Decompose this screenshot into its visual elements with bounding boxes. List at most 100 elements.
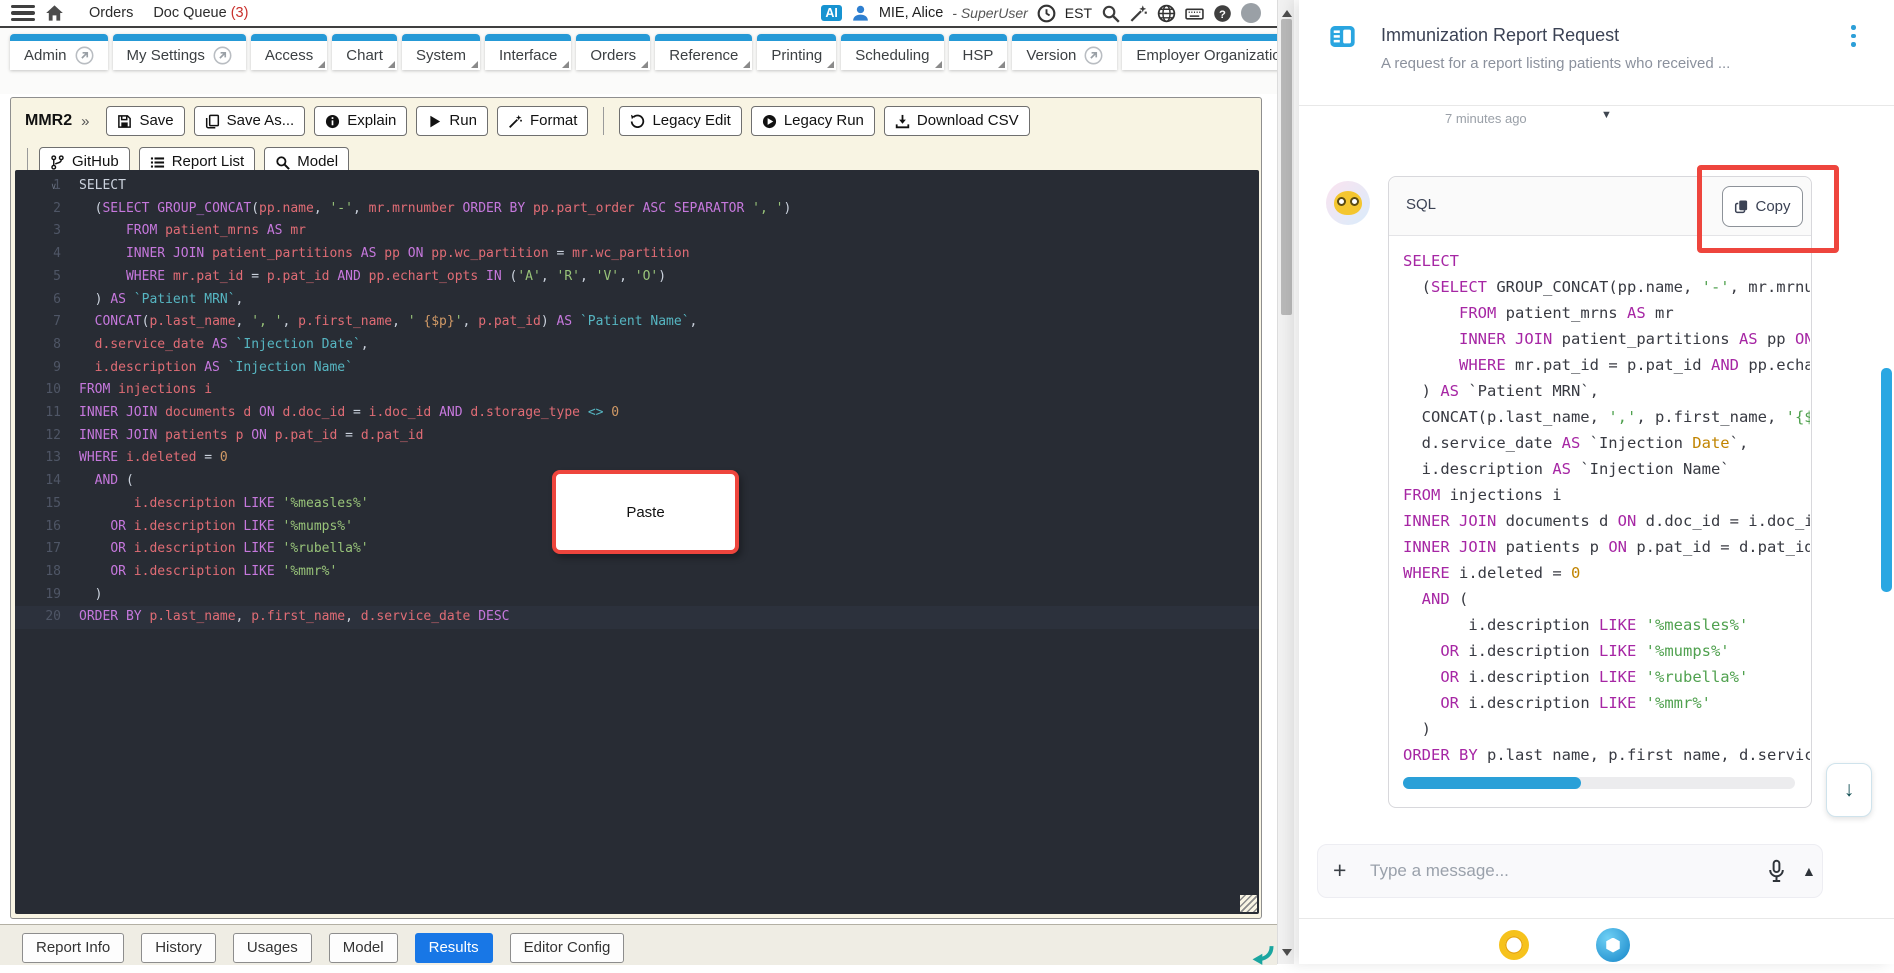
horizontal-scrollbar-thumb[interactable] [1403,777,1581,789]
copy-icon [1735,200,1748,214]
nav-tab-hsp[interactable]: HSP [948,34,1008,70]
editor-line-6[interactable]: 6 ) AS `Patient MRN`, [15,289,1259,312]
save-as-icon [205,114,220,129]
wand-icon[interactable] [1129,4,1148,23]
admin-nav-tabs: Admin My Settings Access Chart System Interfa… [0,28,1285,94]
user-name[interactable]: MIE, Alice [879,5,943,21]
nav-tab-my-settings[interactable]: My Settings [112,34,247,70]
git-branch-icon [50,154,65,170]
toolbar-row-1: MMR2 » Save Save As... Explain Run Format Leg… [11,98,1261,139]
explain-button[interactable]: Explain [314,106,408,136]
home-icon[interactable] [45,4,64,23]
nav-tab-access[interactable]: Access [250,34,328,70]
format-button[interactable]: Format [496,106,589,136]
editor-line-20[interactable]: 20 ORDER BY p.last_name, p.first_name, d.… [15,606,1259,630]
right-panel-scrollbar-thumb[interactable] [1881,368,1892,592]
timestamp-caret-icon[interactable]: ▼ [1601,109,1612,121]
nav-tab-scheduling[interactable]: Scheduling [841,34,944,70]
paste-button[interactable]: Paste [552,470,739,554]
editor-line-19[interactable]: 19 ) [15,584,1259,607]
header-divider [1299,105,1894,106]
collapse-caret-icon[interactable]: ▲ [1802,863,1816,879]
chat-input[interactable]: + Type a message... ▲ [1317,844,1823,898]
line-number: 7 [53,314,61,330]
nav-tab-printing[interactable]: Printing [757,34,837,70]
editor-line-13[interactable]: 13 WHERE i.deleted = 0 [15,447,1259,470]
chat-code-line-7: CONCAT(p.last_name, ',', p.first_name, '… [1403,408,1810,426]
download-csv-button[interactable]: Download CSV [883,106,1030,136]
bottom-tab-results[interactable]: Results [414,933,493,963]
left-pane-scrollbar[interactable] [1277,0,1294,964]
nav-tab-chart[interactable]: Chart [332,34,397,70]
nav-tab-system[interactable]: System [401,34,480,70]
scrollbar-up-arrow[interactable] [1282,5,1292,17]
run-button[interactable]: Run [416,106,488,136]
nav-tab-admin[interactable]: Admin [10,34,108,70]
editor-line-7[interactable]: 7 CONCAT(p.last_name, ', ', p.first_name… [15,311,1259,334]
attach-plus-icon[interactable]: + [1333,857,1346,884]
editor-line-10[interactable]: 10 FROM injections i [15,379,1259,402]
bottom-tab-usages[interactable]: Usages [232,933,312,963]
legacy-edit-button[interactable]: Legacy Edit [619,106,742,136]
bottom-tab-history[interactable]: History [141,933,216,963]
nav-tab-orders[interactable]: Orders [576,34,651,70]
sun-ring-icon[interactable] [1499,930,1529,960]
scroll-to-bottom-button[interactable]: ↓ [1826,763,1872,817]
chat-title: Immunization Report Request [1381,25,1620,45]
scrollbar-down-arrow[interactable] [1282,949,1292,961]
help-icon[interactable]: ? [1213,4,1232,23]
chat-code-line-11: INNER JOIN documents d ON d.doc_id = i.d… [1403,512,1810,530]
user-icon [851,4,870,23]
bottom-tab-report-info[interactable]: Report Info [22,933,125,963]
paste-label: Paste [626,503,665,521]
copy-button[interactable]: Copy [1722,186,1803,227]
search-icon [275,155,291,170]
editor-line-11[interactable]: 11 INNER JOIN documents d ON d.doc_id = i… [15,402,1259,425]
hamburger-menu-icon[interactable] [11,5,35,21]
keyboard-icon[interactable] [1185,4,1204,23]
timezone-label[interactable]: EST [1065,5,1092,21]
editor-line-8[interactable]: 8 d.service_date AS `Injection Date`, [15,334,1259,357]
assistant-avatar [1326,181,1370,225]
nav-tab-reference[interactable]: Reference [655,34,753,70]
legacy-run-button[interactable]: Legacy Run [750,106,875,136]
editor-line-3[interactable]: 3 FROM patient_mrns AS mr [15,220,1259,243]
save-button[interactable]: Save [106,106,185,136]
fold-arrow-icon[interactable]: ∨ [51,176,56,199]
list-icon [150,155,165,170]
left-pane: Orders Doc Queue (3) AI MIE, Alice - Sup… [0,0,1285,965]
avatar-circle-icon[interactable] [1241,3,1261,23]
back-arrow-icon[interactable] [1248,942,1274,973]
save-as-button[interactable]: Save As... [193,106,306,136]
editor-line-9[interactable]: 9 i.description AS `Injection Name` [15,357,1259,380]
search-icon[interactable] [1101,4,1120,23]
scrollbar-thumb[interactable] [1281,19,1292,315]
editor-line-18[interactable]: 18 OR i.description LIKE '%mmr%' [15,561,1259,584]
microphone-icon[interactable] [1766,859,1787,888]
nav-tab-interface[interactable]: Interface [484,34,572,70]
webchart-logo-icon[interactable] [1596,928,1630,962]
bottom-tab-editor-config[interactable]: Editor Config [509,933,625,963]
ai-badge[interactable]: AI [821,4,842,22]
message-timestamp: 7 minutes ago [1445,111,1527,126]
resize-grip[interactable] [1240,895,1257,912]
editor-line-4[interactable]: 4 INNER JOIN patient_partitions AS pp ON… [15,243,1259,266]
kebab-menu-icon[interactable] [1851,25,1856,47]
bottom-tab-model[interactable]: Model [328,933,398,963]
editor-line-5[interactable]: 5 WHERE mr.pat_id = p.pat_id AND pp.echa… [15,266,1259,289]
nav-tab-employer-organizations[interactable]: Employer Organizations [1122,34,1285,70]
expander-chevrons[interactable]: » [81,113,89,130]
editor-line-1[interactable]: 1 ∨ SELECT [15,175,1259,198]
line-number: 11 [45,405,61,421]
doc-queue-count: (3) [230,5,249,21]
chat-code-line-17: OR i.description LIKE '%rubella%' [1440,668,1749,686]
globe-icon[interactable] [1157,4,1176,23]
editor-line-2[interactable]: 2 (SELECT GROUP_CONCAT(pp.name, '-', mr.… [15,198,1259,221]
bottom-tabs: Report Info History Usages Model Results Edit… [0,925,1277,963]
orders-link[interactable]: Orders [89,5,133,21]
sql-code-block: SELECT (SELECT GROUP_CONCAT(pp.name, '-'… [1389,235,1810,763]
doc-queue-link[interactable]: Doc Queue (3) [153,5,248,21]
editor-line-12[interactable]: 12 INNER JOIN patients p ON p.pat_id = d.… [15,425,1259,448]
nav-tab-version[interactable]: Version [1012,34,1118,70]
horizontal-scrollbar[interactable] [1403,777,1795,789]
